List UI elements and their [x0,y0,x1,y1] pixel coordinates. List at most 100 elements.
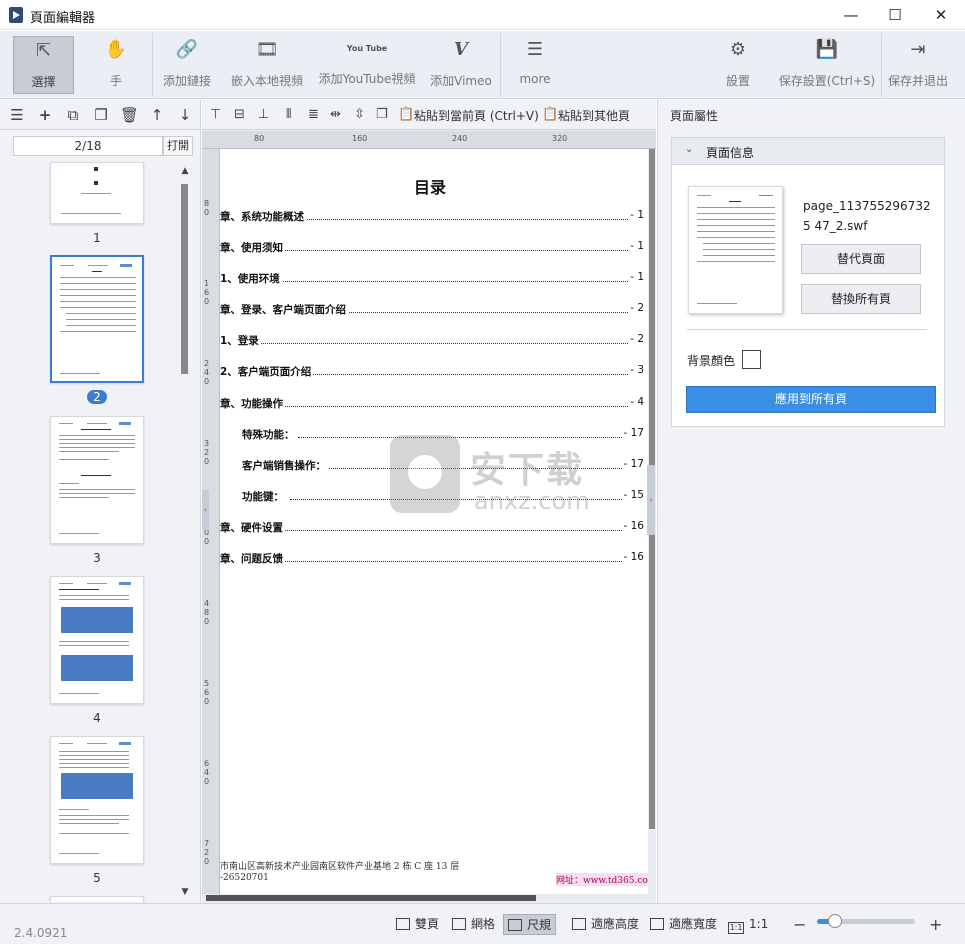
add-youtube-video-button[interactable]: You Tube 添加YouTube視頻 [316,36,418,94]
align-bottom-icon[interactable]: ⊥ [258,107,269,122]
ruler-tick: 160 [352,134,368,143]
zoom-slider-handle[interactable] [828,914,842,928]
duplicate-page-icon[interactable]: ⧉ [64,106,82,124]
copy-icon[interactable]: ❐ [376,107,388,122]
add-vimeo-button[interactable]: V 添加Vimeo [428,36,494,94]
toc-text: 2、客户端页面介绍 [220,364,314,379]
collapse-left-handle-icon[interactable]: ‹ [202,490,209,530]
exit-icon: ⇥ [910,39,926,60]
toc-page: - 2 [628,302,644,314]
page-info-header[interactable]: ⌄ 頁面信息 [672,138,944,165]
toc-entry[interactable]: 章、登录、客户端页面介绍 - 2 [220,302,644,317]
page-thumbnail-5[interactable] [50,736,144,864]
save-and-exit-label: 保存并退出 [887,74,948,88]
maximize-button[interactable]: ☐ [872,0,918,30]
zoom-in-button[interactable]: + [929,914,942,935]
zoom-out-button[interactable]: − [793,914,806,935]
toc-entry[interactable]: 章、功能操作 - 4 [220,396,644,411]
double-page-toggle[interactable]: 雙頁 [396,914,439,935]
collapse-right-handle-icon[interactable]: › [647,465,655,535]
page-number-input[interactable]: 2/18 [13,136,163,156]
toolbar-separator [881,33,882,97]
page-thumbnail-3[interactable] [50,416,144,544]
ruler-tick: 320 [204,439,210,466]
move-up-icon[interactable]: ↑ [148,106,166,124]
save-icon: 💾 [815,39,839,60]
ruler-tick: 160 [204,279,210,306]
more-button[interactable]: ☰ more [512,36,558,94]
watermark-domain: anxz.com [474,487,590,515]
background-color-swatch[interactable] [742,350,761,369]
vimeo-icon: V [454,39,468,60]
same-height-icon[interactable]: ⇳ [354,107,365,122]
scroll-up-arrow-icon[interactable]: ▲ [180,166,190,176]
grid-toggle[interactable]: 網格 [452,914,495,935]
toc-text: 章、系统功能概述 [220,209,306,224]
save-and-exit-button[interactable]: ⇥ 保存并退出 [885,36,951,94]
thumbnail-list[interactable]: 1 2 3 4 5 [0,162,176,902]
footer-website: 网址：www.td365.com.cn [556,873,648,886]
distribute-h-icon[interactable]: ⫴ [286,107,291,122]
paste-other-pages-button[interactable]: 粘貼到其他頁 [558,107,630,124]
align-top-icon[interactable]: ⊤ [210,107,221,122]
same-width-icon[interactable]: ⇹ [330,107,341,122]
fit-width-label: 適應寬度 [669,917,718,931]
zoom-slider[interactable] [817,914,915,928]
watermark: 安下载 anxz.com [390,435,630,525]
add-link-button[interactable]: 🔗 添加鏈接 [158,36,216,94]
page-tools-bar: ☰ + ⧉ ❐ 🗑 ↑ ↓ [0,100,200,130]
actual-size-button[interactable]: 1:1 1:1 [728,914,768,935]
toc-entry[interactable]: 2、客户端页面介绍 - 3 [220,364,644,379]
embed-local-video-button[interactable]: 🎞 嵌入本地視頻 [228,36,306,94]
document-horizontal-scrollbar[interactable] [202,894,656,903]
page-thumbnail-1[interactable] [50,162,144,224]
window-title: 頁面編輯器 [30,11,96,26]
fit-height-label: 適應高度 [591,917,640,931]
align-middle-icon[interactable]: ⊟ [234,107,245,122]
page-thumbnail-4[interactable] [50,576,144,704]
hand-tool-button[interactable]: ✋ 手 [88,36,144,94]
distribute-v-icon[interactable]: ≣ [308,107,319,122]
document-page[interactable]: 目录 章、系统功能概述 - 1 章、使用须知 - 1 1、使用环境 - 1 章、登录、… [220,149,648,894]
toc-entry[interactable]: 章、问题反馈 - 16 [220,551,644,566]
select-tool-button[interactable]: ⇱ 選擇 [13,36,74,94]
scroll-down-arrow-icon[interactable]: ▼ [180,887,190,897]
move-down-icon[interactable]: ↓ [176,106,194,124]
grid-label: 網格 [471,917,496,931]
toc-entry[interactable]: 1、使用环境 - 1 [220,271,644,286]
toc-entry[interactable]: 章、使用须知 - 1 [220,240,644,255]
fit-height-button[interactable]: 適應高度 [572,914,639,935]
grid-icon [452,918,466,930]
ruler-toggle[interactable]: 尺規 [503,914,557,935]
add-youtube-video-label: 添加YouTube視頻 [318,72,416,86]
scrollbar-thumb[interactable] [181,184,188,374]
list-icon[interactable]: ☰ [8,106,26,124]
open-page-button[interactable]: 打開 [163,136,193,156]
toc-entry[interactable]: 1、登录 - 2 [220,333,644,348]
close-button[interactable]: ✕ [918,0,964,30]
apply-to-all-pages-button[interactable]: 應用到所有頁 [686,386,936,413]
title-bar: 頁面編輯器 — ☐ ✕ [0,0,965,30]
copy-page-icon[interactable]: ❐ [92,106,110,124]
page-thumbnail-2[interactable] [50,255,144,383]
toc-page: - 2 [628,333,644,345]
paste-other-icon[interactable]: 📋 [542,107,558,122]
page-info-section: ⌄ 頁面信息 page_1137552967325 47_2.swf 替代頁面 … [671,137,945,427]
minimize-button[interactable]: — [828,0,874,30]
toc-entry[interactable]: 章、系统功能概述 - 1 [220,209,644,224]
scrollbar-thumb[interactable] [206,895,536,901]
fit-width-button[interactable]: 適應寬度 [650,914,717,935]
shopping-bag-icon [390,435,460,513]
settings-button[interactable]: ⚙ 設置 [718,36,758,94]
page-thumbnail-6[interactable] [50,896,144,902]
add-page-icon[interactable]: + [36,106,54,124]
hand-icon: ✋ [104,39,128,60]
delete-page-icon[interactable]: 🗑 [120,106,139,124]
app-icon [9,7,23,23]
replace-page-button[interactable]: 替代頁面 [801,244,921,274]
save-settings-button[interactable]: 💾 保存設置(Ctrl+S) [778,36,876,94]
paste-icon[interactable]: 📋 [398,107,414,122]
thumbnail-scrollbar[interactable]: ▲ ▼ [180,162,190,902]
paste-current-page-button[interactable]: 粘貼到當前頁 (Ctrl+V) [414,107,539,124]
replace-all-pages-button[interactable]: 替換所有頁 [801,284,921,314]
